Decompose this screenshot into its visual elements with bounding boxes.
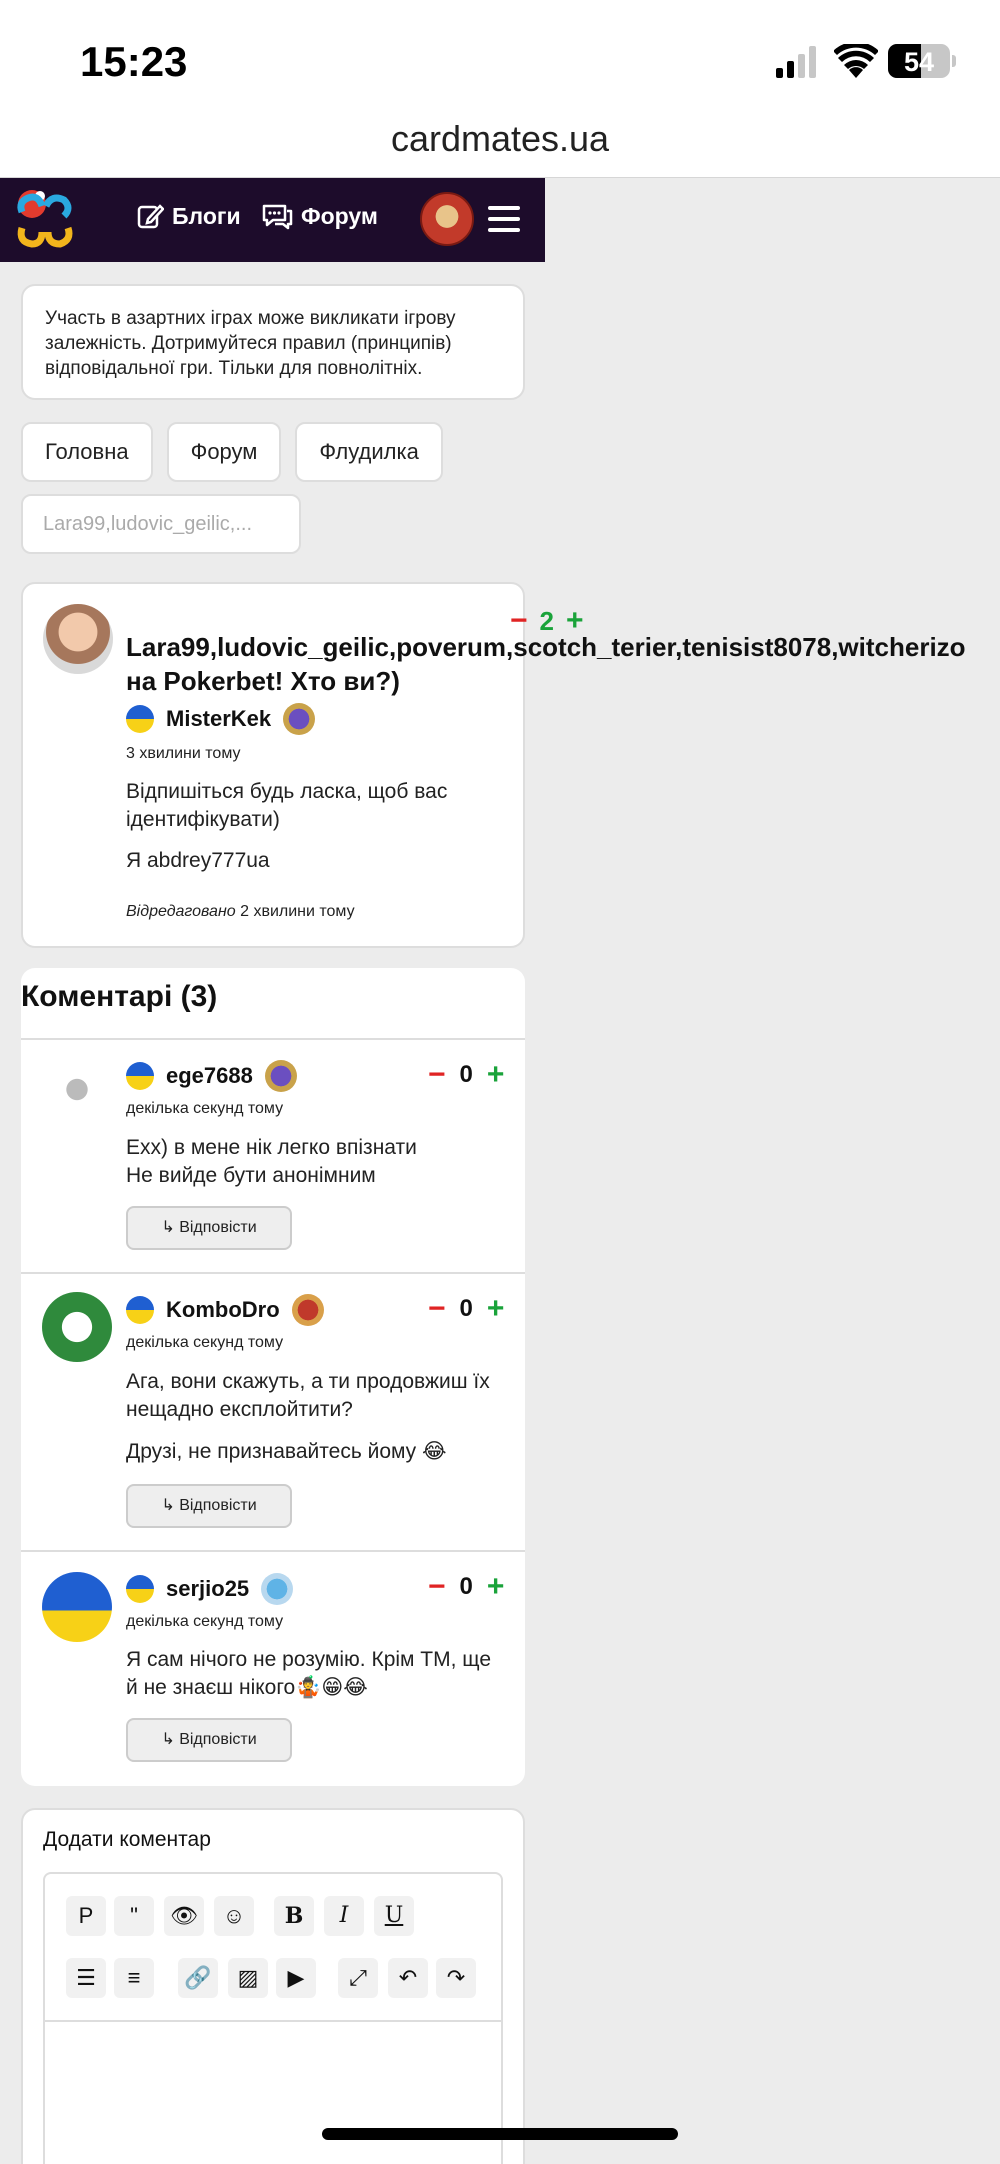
breadcrumb-current-topic: Lara99,ludovic_geilic,... xyxy=(21,494,301,554)
underline-button[interactable]: U xyxy=(374,1896,414,1936)
comment-author-row: ege7688 xyxy=(126,1060,297,1092)
downvote-button[interactable]: − xyxy=(428,1570,446,1604)
edited-label: Відредаговано xyxy=(126,903,236,920)
comment-vote-control: − 0 + xyxy=(428,1570,504,1604)
url-bar[interactable]: cardmates.ua xyxy=(0,118,1000,178)
nav-blogs-link[interactable]: Блоги xyxy=(136,202,241,230)
comment-vote-count: 0 xyxy=(459,1295,473,1322)
ukraine-flag-icon xyxy=(126,1062,154,1090)
image-icon[interactable]: ▨ xyxy=(228,1958,268,1998)
breadcrumb-flood[interactable]: Флудилка xyxy=(295,422,443,482)
bullet-list-icon[interactable]: ☰ xyxy=(66,1958,106,1998)
ukraine-flag-icon xyxy=(126,1296,154,1324)
comments-heading: Коментарі (3) xyxy=(21,980,218,1013)
undo-icon[interactable]: ↶ xyxy=(388,1958,428,1998)
reply-button[interactable]: ↳ Відповісти xyxy=(126,1484,292,1528)
editor-toolbar-divider xyxy=(45,2020,501,2022)
spoiler-eye-icon[interactable]: 👁 xyxy=(164,1896,204,1936)
post-title-line-2: на Pokerbet! Хто ви?) xyxy=(126,666,400,696)
comment-avatar[interactable] xyxy=(42,1292,112,1362)
status-bar: 15:23 54 xyxy=(0,0,1000,120)
rank-badge-icon xyxy=(261,1573,294,1605)
downvote-button[interactable]: − xyxy=(428,1058,446,1092)
nav-forum-link[interactable]: Форум xyxy=(261,202,378,230)
blog-pen-icon xyxy=(137,204,164,229)
post-author-name[interactable]: MisterKek xyxy=(166,706,271,732)
comment-avatar[interactable] xyxy=(42,1058,112,1128)
comment-author-row: serjio25 xyxy=(126,1573,294,1605)
hamburger-menu-icon[interactable] xyxy=(488,206,520,232)
post-author-row: MisterKek xyxy=(126,703,316,735)
breadcrumb-home[interactable]: Головна xyxy=(21,422,153,482)
upvote-button[interactable]: + xyxy=(487,1292,505,1326)
divider xyxy=(21,1550,525,1552)
emoji-icon[interactable]: ☺ xyxy=(214,1896,254,1936)
rank-badge-icon xyxy=(283,703,316,735)
gambling-warning-notice: Участь в азартних іграх може викликати і… xyxy=(21,284,525,400)
battery-tip xyxy=(952,55,956,67)
add-comment-heading: Додати коментар xyxy=(43,1828,211,1851)
divider xyxy=(21,1038,525,1040)
downvote-button[interactable]: − xyxy=(428,1292,446,1326)
rank-badge-icon xyxy=(264,1060,297,1092)
comment-author-name[interactable]: KomboDro xyxy=(166,1297,280,1323)
italic-button[interactable]: I xyxy=(324,1896,364,1936)
battery-icon: 54 xyxy=(888,44,950,78)
comment-vote-control: − 0 + xyxy=(428,1292,504,1326)
video-icon[interactable]: ▶ xyxy=(276,1958,316,1998)
upvote-button[interactable]: + xyxy=(487,1058,505,1092)
cardmates-logo-icon[interactable] xyxy=(8,182,80,254)
status-time: 15:23 xyxy=(80,38,188,85)
upvote-button[interactable]: + xyxy=(487,1570,505,1604)
reply-button[interactable]: ↳ Відповісти xyxy=(126,1718,292,1762)
ukraine-flag-icon xyxy=(126,705,154,733)
comment-time: декілька секунд тому xyxy=(126,1100,284,1117)
cellular-signal-icon xyxy=(776,46,816,78)
comment-vote-count: 0 xyxy=(459,1061,473,1088)
battery-level: 54 xyxy=(903,47,935,77)
comment-time: декілька секунд тому xyxy=(126,1613,284,1630)
redo-icon[interactable]: ↷ xyxy=(436,1958,476,1998)
comment-time: декілька секунд тому xyxy=(126,1334,284,1351)
breadcrumb-forum[interactable]: Форум xyxy=(166,422,282,482)
post-title: Lara99,ludovic_geilic,poverum,scotch_ter… xyxy=(126,630,966,698)
bold-button[interactable]: B xyxy=(274,1896,314,1936)
home-indicator xyxy=(322,2128,678,2140)
post-edited-note: Відредаговано 2 хвилини тому xyxy=(126,903,355,921)
comment-text-line-1: Я сам нічого не розумію. Крім ТМ, ще й н… xyxy=(126,1648,492,1699)
fullscreen-icon[interactable]: ⤢ xyxy=(338,1958,378,1998)
comment-text-line-2: Не вийде бути анонімним xyxy=(126,1164,376,1187)
breadcrumb: Головна Форум Флудилка xyxy=(21,422,443,482)
comment-vote-count: 0 xyxy=(459,1573,473,1600)
comment-editor[interactable] xyxy=(43,1872,503,2164)
comment-author-row: KomboDro xyxy=(126,1294,324,1326)
link-icon[interactable]: 🔗 xyxy=(178,1958,218,1998)
comment-text-line-2: Друзі, не признавайтесь йому 😂 xyxy=(126,1440,447,1463)
post-time: 3 хвилини тому xyxy=(126,745,241,762)
comment-text-line-1: Exx) в мене нік легко впізнати xyxy=(126,1136,417,1159)
comment-author-name[interactable]: serjio25 xyxy=(166,1576,249,1602)
comment-text-line-1: Ага, вони скажуть, а ти продовжиш їх нещ… xyxy=(126,1370,490,1421)
post-author-avatar[interactable] xyxy=(43,604,113,674)
post-body-text: Відпишіться будь ласка, щоб вас ідентифі… xyxy=(126,780,448,831)
comment-author-name[interactable]: ege7688 xyxy=(166,1063,253,1089)
reply-button[interactable]: ↳ Відповісти xyxy=(126,1206,292,1250)
forum-chat-icon xyxy=(262,204,293,230)
post-title-line-1: Lara99,ludovic_geilic,poverum,scotch_ter… xyxy=(126,632,966,662)
paragraph-format-button[interactable]: P xyxy=(66,1896,106,1936)
quote-button[interactable]: " xyxy=(114,1896,154,1936)
nav-blogs-label: Блоги xyxy=(172,202,241,229)
rank-badge-icon xyxy=(291,1294,324,1326)
comment-vote-control: − 0 + xyxy=(428,1058,504,1092)
comment-avatar[interactable] xyxy=(42,1572,112,1642)
wifi-icon xyxy=(834,44,878,78)
user-avatar[interactable] xyxy=(420,192,474,246)
post-body-signature: Я abdrey777ua xyxy=(126,849,270,872)
divider xyxy=(21,1272,525,1274)
site-header: Блоги Форум xyxy=(0,178,545,262)
ukraine-flag-icon xyxy=(126,1575,154,1603)
nav-forum-label: Форум xyxy=(301,202,378,229)
edited-time: 2 хвилини тому xyxy=(240,903,355,920)
numbered-list-icon[interactable]: ≡ xyxy=(114,1958,154,1998)
